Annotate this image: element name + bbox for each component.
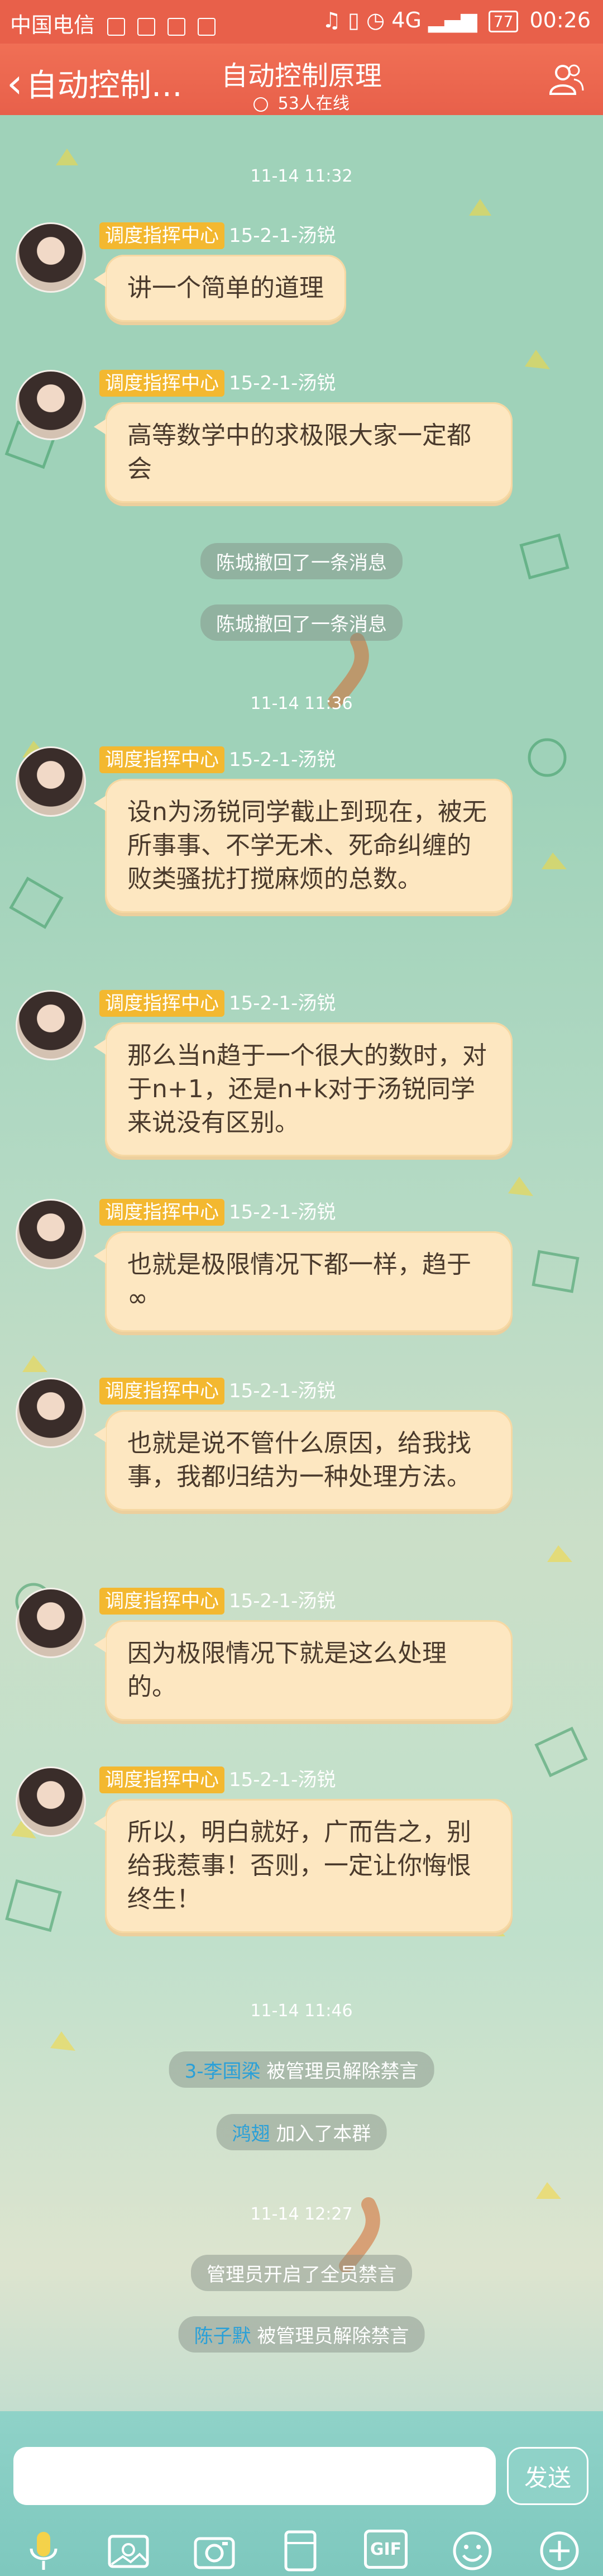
group-members-icon[interactable] — [548, 63, 584, 96]
plus-icon[interactable] — [537, 2529, 582, 2573]
system-text: 陈城撤回了一条消息 — [216, 613, 387, 636]
chat-area[interactable]: 11-14 11:32 调度指挥中心 15-2-1-汤锐 讲一个简单的道理 调度指… — [0, 115, 603, 2411]
carrier-label: 中国电信 — [10, 13, 95, 37]
timestamp: 11-14 11:32 — [250, 166, 353, 186]
chat-title: 自动控制原理 — [221, 60, 382, 92]
sender-name[interactable]: 15-2-1-汤锐 — [229, 1590, 336, 1612]
message-meta: 调度指挥中心 15-2-1-汤锐 — [99, 1766, 336, 1793]
message-meta: 调度指挥中心 15-2-1-汤锐 — [99, 1588, 336, 1615]
message-input[interactable] — [13, 2447, 496, 2505]
avatar[interactable] — [16, 370, 86, 440]
system-user[interactable]: 鸿翅 — [232, 2123, 270, 2145]
avatar[interactable] — [16, 1588, 86, 1658]
note-icon[interactable] — [278, 2529, 323, 2573]
sender-name[interactable]: 15-2-1-汤锐 — [229, 1380, 336, 1402]
headphones-icon: ♫ — [322, 8, 341, 32]
role-badge: 调度指挥中心 — [99, 1588, 224, 1615]
role-badge: 调度指挥中心 — [99, 990, 224, 1017]
image-icon[interactable] — [106, 2529, 151, 2573]
status-right: ♫ ▯ ◷ 4G ▂▄▆ 77 00:26 — [322, 8, 591, 32]
avatar[interactable] — [16, 746, 86, 817]
system-message: 陈城撤回了一条消息 — [200, 543, 403, 579]
role-badge: 调度指挥中心 — [99, 746, 224, 773]
role-badge: 调度指挥中心 — [99, 1378, 224, 1404]
system-message: 陈子默 被管理员解除禁言 — [178, 2316, 425, 2353]
gif-button[interactable]: GIF — [364, 2530, 408, 2569]
sender-name[interactable]: 15-2-1-汤锐 — [229, 749, 336, 771]
sender-name[interactable]: 15-2-1-汤锐 — [229, 992, 336, 1015]
message-meta: 调度指挥中心 15-2-1-汤锐 — [99, 746, 336, 773]
system-message: 鸿翅 加入了本群 — [216, 2114, 387, 2150]
role-badge: 调度指挥中心 — [99, 222, 224, 249]
avatar[interactable] — [16, 990, 86, 1060]
vibrate-icon: ▯ — [347, 8, 360, 32]
message-meta: 调度指挥中心 15-2-1-汤锐 — [99, 222, 336, 249]
avatar[interactable] — [16, 1199, 86, 1269]
sender-name[interactable]: 15-2-1-汤锐 — [229, 1201, 336, 1223]
message-bubble[interactable]: 所以，明白就好，广而告之，别给我惹事！否则，一定让你悔恨终生！ — [94, 1799, 513, 1933]
camera-icon[interactable] — [192, 2529, 237, 2573]
notification-icon — [137, 17, 156, 36]
notification-icon — [107, 17, 126, 36]
message-bubble[interactable]: 因为极限情况下就是这么处理的。 — [94, 1620, 513, 1721]
system-user[interactable]: 3-李国梁 — [185, 2060, 261, 2083]
system-text: 被管理员解除禁言 — [251, 2325, 409, 2348]
status-left: 中国电信 — [10, 8, 216, 39]
system-text: 被管理员解除禁言 — [260, 2060, 419, 2083]
notification-icon — [168, 17, 186, 36]
signal-icon: ▂▄▆ — [428, 8, 477, 32]
avatar[interactable] — [16, 1378, 86, 1448]
message-meta: 调度指挥中心 15-2-1-汤锐 — [99, 370, 336, 397]
message-bubble[interactable]: 也就是极限情况下都一样，趋于∞ — [94, 1231, 513, 1332]
alarm-icon: ◷ — [366, 8, 385, 32]
online-label: 53人在线 — [277, 94, 350, 113]
message-bubble[interactable]: 高等数学中的求极限大家一定都会 — [94, 402, 513, 503]
microphone-icon[interactable] — [21, 2529, 66, 2573]
role-badge: 调度指挥中心 — [99, 1766, 224, 1793]
system-text: 管理员开启了全员禁言 — [207, 2264, 396, 2286]
system-text: 加入了本群 — [270, 2123, 371, 2145]
timestamp: 11-14 11:46 — [250, 2001, 353, 2021]
notification-icon — [198, 17, 216, 36]
system-message: 3-李国梁 被管理员解除禁言 — [169, 2051, 434, 2088]
timestamp: 11-14 12:27 — [250, 2204, 353, 2224]
system-message: 管理员开启了全员禁言 — [191, 2255, 412, 2291]
avatar[interactable] — [16, 222, 86, 293]
timestamp: 11-14 11:36 — [250, 694, 353, 713]
emoji-icon[interactable] — [450, 2529, 495, 2573]
title-bar: ‹ 自动控制… 自动控制原理 53人在线 — [0, 44, 603, 115]
system-user[interactable]: 陈子默 — [194, 2325, 251, 2348]
avatar[interactable] — [16, 1766, 86, 1837]
battery-icon: 77 — [488, 11, 519, 32]
role-badge: 调度指挥中心 — [99, 370, 224, 397]
clock: 00:26 — [529, 8, 591, 32]
status-bar: 中国电信 ♫ ▯ ◷ 4G ▂▄▆ 77 00:26 — [0, 0, 603, 44]
system-text: 陈城撤回了一条消息 — [216, 552, 387, 574]
role-badge: 调度指挥中心 — [99, 1199, 224, 1226]
sender-name[interactable]: 15-2-1-汤锐 — [229, 225, 336, 247]
message-meta: 调度指挥中心 15-2-1-汤锐 — [99, 1378, 336, 1404]
message-bubble[interactable]: 那么当n趋于一个很大的数时，对于n+1，还是n+k对于汤锐同学来说没有区别。 — [94, 1022, 513, 1156]
online-count: 53人在线 — [0, 89, 603, 114]
send-button[interactable]: 发送 — [507, 2447, 588, 2505]
message-bubble[interactable]: 设n为汤锐同学截止到现在，被无所事事、不学无术、死命纠缠的败类骚扰打搅麻烦的总数… — [94, 779, 513, 913]
network-label: 4G — [391, 8, 422, 32]
online-status-icon — [253, 97, 269, 112]
input-bar: 发送 GIF — [0, 2411, 603, 2576]
message-bubble[interactable]: 也就是说不管什么原因，给我找事，我都归结为一种处理方法。 — [94, 1410, 513, 1511]
sender-name[interactable]: 15-2-1-汤锐 — [229, 1769, 336, 1791]
system-message: 陈城撤回了一条消息 — [200, 604, 403, 641]
message-meta: 调度指挥中心 15-2-1-汤锐 — [99, 990, 336, 1017]
sender-name[interactable]: 15-2-1-汤锐 — [229, 372, 336, 394]
message-bubble[interactable]: 讲一个简单的道理 — [94, 255, 346, 322]
message-meta: 调度指挥中心 15-2-1-汤锐 — [99, 1199, 336, 1226]
